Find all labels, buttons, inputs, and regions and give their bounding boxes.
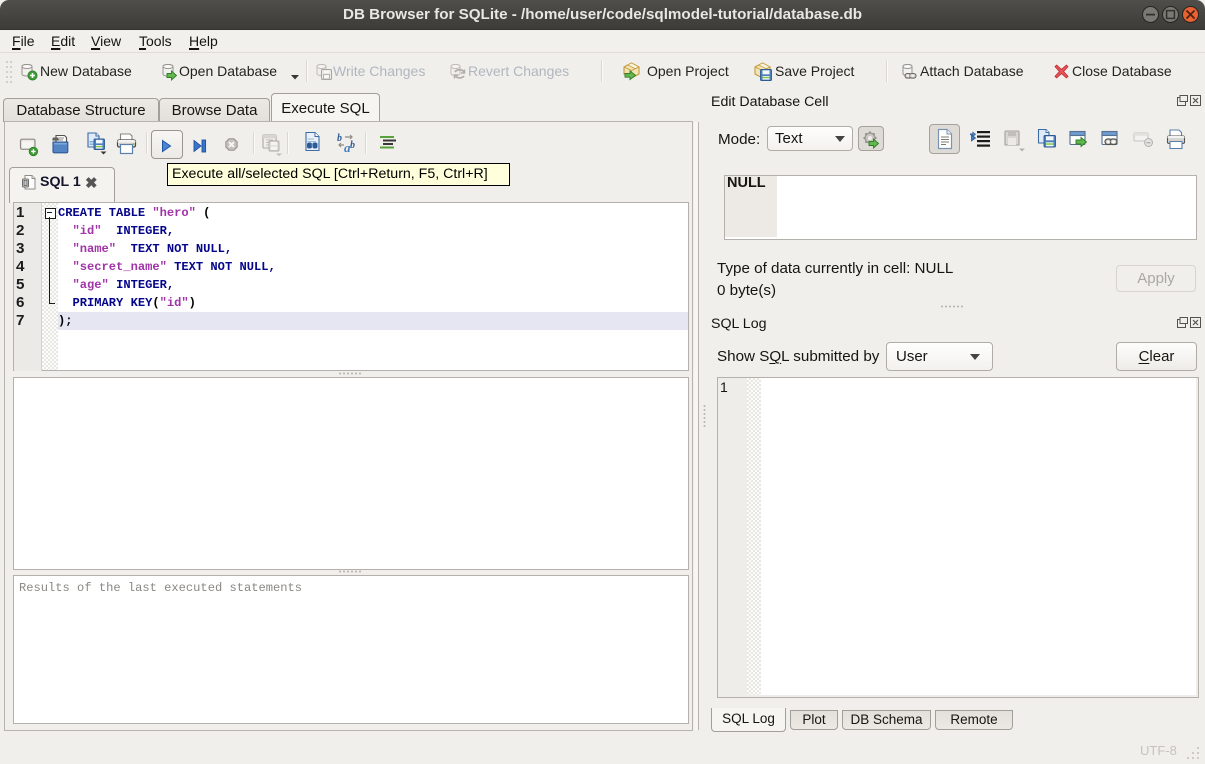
svg-text:b: b <box>350 140 355 151</box>
svg-text:b: b <box>337 133 342 144</box>
